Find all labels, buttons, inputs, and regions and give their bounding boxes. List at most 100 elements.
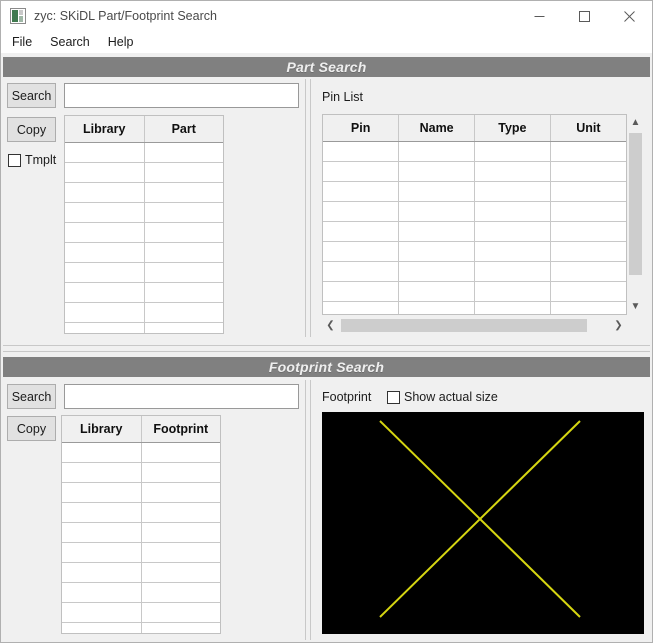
cell-pin[interactable]: [323, 161, 400, 182]
cell-library[interactable]: [65, 322, 145, 333]
table-row[interactable]: [65, 222, 223, 243]
cell-library[interactable]: [65, 222, 145, 243]
cell-type[interactable]: [474, 221, 551, 242]
table-row[interactable]: [65, 182, 223, 203]
show-actual-size-checkbox[interactable]: Show actual size: [387, 390, 498, 404]
cell-part[interactable]: [144, 282, 223, 303]
cell-part[interactable]: [144, 302, 223, 323]
minimize-button[interactable]: [517, 1, 562, 31]
column-header-unit[interactable]: Unit: [550, 115, 626, 142]
template-checkbox[interactable]: Tmplt: [8, 153, 56, 167]
cell-library[interactable]: [65, 182, 145, 203]
cell-part[interactable]: [144, 162, 223, 183]
table-row[interactable]: [62, 522, 220, 543]
show-actual-size-checkbox-box[interactable]: [387, 390, 400, 404]
cell-footprint[interactable]: [141, 542, 220, 563]
footprint-preview-canvas[interactable]: [322, 412, 644, 634]
cell-unit[interactable]: [550, 261, 626, 282]
pin-list-table[interactable]: Pin Name Type Unit: [322, 114, 627, 315]
horizontal-scrollbar-thumb[interactable]: [341, 319, 587, 332]
column-header-library[interactable]: Library: [65, 116, 145, 143]
cell-footprint[interactable]: [141, 482, 220, 503]
cell-unit[interactable]: [550, 281, 626, 302]
cell-part[interactable]: [144, 242, 223, 263]
cell-type[interactable]: [474, 201, 551, 222]
maximize-button[interactable]: [562, 1, 607, 31]
cell-part[interactable]: [144, 222, 223, 243]
table-row[interactable]: [323, 261, 626, 282]
menu-item-file[interactable]: File: [9, 33, 41, 51]
vertical-scrollbar-thumb[interactable]: [629, 133, 642, 275]
cell-footprint[interactable]: [141, 622, 220, 633]
cell-type[interactable]: [474, 241, 551, 262]
footprint-pane-splitter[interactable]: [304, 380, 312, 640]
table-row[interactable]: [323, 221, 626, 242]
table-row[interactable]: [62, 602, 220, 623]
table-row[interactable]: [62, 542, 220, 563]
table-row[interactable]: [65, 142, 223, 163]
cell-part[interactable]: [144, 202, 223, 223]
table-row[interactable]: [62, 562, 220, 583]
cell-unit[interactable]: [550, 201, 626, 222]
table-row[interactable]: [323, 141, 626, 162]
cell-library[interactable]: [65, 302, 145, 323]
cell-name[interactable]: [398, 141, 475, 162]
cell-library[interactable]: [62, 622, 142, 633]
table-row[interactable]: [62, 502, 220, 523]
cell-unit[interactable]: [550, 181, 626, 202]
table-row[interactable]: [65, 322, 223, 333]
cell-name[interactable]: [398, 261, 475, 282]
cell-name[interactable]: [398, 281, 475, 302]
column-header-library[interactable]: Library: [62, 416, 142, 443]
cell-pin[interactable]: [323, 281, 400, 302]
cell-name[interactable]: [398, 221, 475, 242]
menu-item-search[interactable]: Search: [47, 33, 99, 51]
column-header-type[interactable]: Type: [474, 115, 551, 142]
table-row[interactable]: [323, 161, 626, 182]
cell-library[interactable]: [62, 502, 142, 523]
cell-name[interactable]: [398, 201, 475, 222]
footprint-results-table[interactable]: Library Footprint: [61, 415, 221, 634]
table-row[interactable]: [323, 281, 626, 302]
cell-footprint[interactable]: [141, 462, 220, 483]
column-header-footprint[interactable]: Footprint: [141, 416, 220, 443]
template-checkbox-box[interactable]: [8, 153, 21, 167]
cell-unit[interactable]: [550, 141, 626, 162]
pin-list-vertical-scrollbar[interactable]: ▲ ▼: [627, 114, 644, 315]
part-search-input[interactable]: [64, 83, 299, 108]
cell-type[interactable]: [474, 141, 551, 162]
cell-footprint[interactable]: [141, 582, 220, 603]
cell-library[interactable]: [62, 462, 142, 483]
cell-library[interactable]: [62, 542, 142, 563]
cell-library[interactable]: [62, 482, 142, 503]
cell-name[interactable]: [398, 301, 475, 314]
cell-name[interactable]: [398, 161, 475, 182]
cell-pin[interactable]: [323, 301, 400, 314]
cell-pin[interactable]: [323, 181, 400, 202]
cell-library[interactable]: [62, 582, 142, 603]
cell-footprint[interactable]: [141, 522, 220, 543]
table-row[interactable]: [65, 202, 223, 223]
cell-library[interactable]: [62, 522, 142, 543]
cell-pin[interactable]: [323, 221, 400, 242]
cell-pin[interactable]: [323, 141, 400, 162]
footprint-copy-button[interactable]: Copy: [7, 416, 56, 441]
cell-library[interactable]: [65, 142, 145, 163]
scroll-right-arrow-icon[interactable]: ❯: [610, 317, 627, 334]
cell-part[interactable]: [144, 142, 223, 163]
cell-library[interactable]: [65, 262, 145, 283]
column-header-pin[interactable]: Pin: [323, 115, 400, 142]
cell-library[interactable]: [62, 562, 142, 583]
pane-horizontal-splitter[interactable]: [3, 344, 650, 353]
column-header-part[interactable]: Part: [144, 116, 223, 143]
table-row[interactable]: [65, 302, 223, 323]
cell-unit[interactable]: [550, 241, 626, 262]
cell-unit[interactable]: [550, 221, 626, 242]
table-row[interactable]: [62, 482, 220, 503]
table-row[interactable]: [323, 301, 626, 314]
cell-pin[interactable]: [323, 261, 400, 282]
cell-part[interactable]: [144, 322, 223, 333]
cell-footprint[interactable]: [141, 562, 220, 583]
cell-library[interactable]: [65, 282, 145, 303]
table-row[interactable]: [62, 622, 220, 633]
